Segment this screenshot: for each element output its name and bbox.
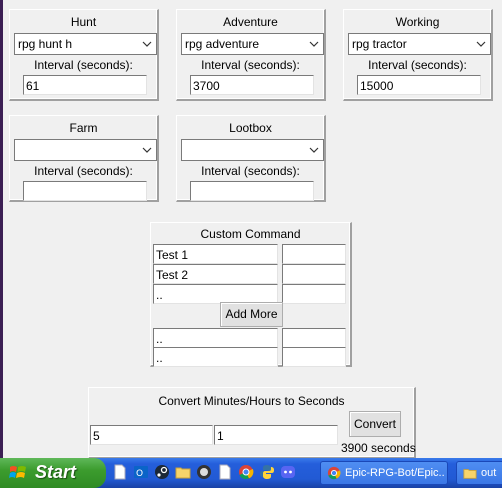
start-label: Start [35, 462, 77, 482]
hunt-command-value: rpg hunt h [18, 37, 73, 51]
custom-interval-input[interactable] [282, 347, 346, 367]
working-interval-value: 15000 [360, 79, 394, 93]
hours-value: 1 [217, 429, 224, 443]
python-icon[interactable] [259, 464, 275, 480]
adventure-interval-input[interactable]: 3700 [190, 75, 314, 95]
adventure-interval-value: 3700 [193, 79, 220, 93]
lootbox-command-select[interactable] [181, 139, 324, 161]
steam-icon[interactable] [154, 464, 170, 480]
adventure-interval-label: Interval (seconds): [201, 58, 300, 72]
custom-command-input[interactable]: Test 2 [153, 264, 278, 284]
adventure-command-value: rpg adventure [185, 37, 260, 51]
farm-command-select[interactable] [14, 139, 157, 161]
convert-panel: Convert Minutes/Hours to Seconds 5 1 Con… [88, 387, 416, 459]
hours-input[interactable]: 1 [214, 425, 338, 445]
window-left-border [0, 0, 3, 458]
custom-interval-input[interactable] [282, 244, 346, 264]
custom-interval-input[interactable] [282, 328, 346, 348]
convert-button[interactable]: Convert [349, 411, 401, 437]
adventure-panel: Adventure rpg adventure Interval (second… [176, 9, 326, 101]
hunt-interval-label: Interval (seconds): [34, 58, 133, 72]
farm-panel: Farm Interval (seconds): [9, 115, 159, 202]
hunt-interval-value: 61 [26, 79, 40, 93]
taskbar: Start O Epic-RPG-Bot/Epic... out [0, 458, 502, 488]
working-panel: Working rpg tractor Interval (seconds): … [343, 9, 493, 101]
convert-result: 3900 seconds [341, 441, 416, 455]
working-interval-input[interactable]: 15000 [357, 75, 481, 95]
folder-icon[interactable] [175, 464, 191, 480]
working-command-value: rpg tractor [352, 37, 407, 51]
taskbar-item-folder[interactable]: out [456, 461, 502, 485]
custom-command-value: .. [156, 351, 163, 365]
adventure-title: Adventure [223, 15, 278, 29]
custom-command-title: Custom Command [200, 227, 301, 241]
windows-logo-icon [9, 466, 26, 478]
taskbar-item-label: Epic-RPG-Bot/Epic... [345, 467, 445, 479]
minutes-value: 5 [93, 429, 100, 443]
chevron-down-icon [142, 41, 152, 47]
working-command-select[interactable]: rpg tractor [348, 33, 491, 55]
folder-icon [463, 469, 477, 479]
custom-interval-input[interactable] [282, 264, 346, 284]
hunt-interval-input[interactable]: 61 [23, 75, 147, 95]
convert-title: Convert Minutes/Hours to Seconds [158, 394, 345, 408]
custom-command-value: .. [156, 288, 163, 302]
working-interval-label: Interval (seconds): [368, 58, 467, 72]
farm-interval-label: Interval (seconds): [34, 164, 133, 178]
farm-title: Farm [69, 121, 98, 135]
svg-text:O: O [136, 469, 143, 479]
lootbox-interval-label: Interval (seconds): [201, 164, 300, 178]
chevron-down-icon [309, 41, 319, 47]
custom-command-input[interactable]: .. [153, 328, 278, 348]
hunt-command-select[interactable]: rpg hunt h [14, 33, 157, 55]
hunt-title: Hunt [70, 15, 97, 29]
file-icon[interactable] [112, 464, 128, 480]
custom-command-value: Test 1 [156, 248, 189, 262]
farm-interval-input[interactable] [23, 181, 147, 201]
discord-icon[interactable] [280, 464, 296, 480]
chevron-down-icon [476, 41, 486, 47]
adventure-command-select[interactable]: rpg adventure [181, 33, 324, 55]
lootbox-panel: Lootbox Interval (seconds): [176, 115, 326, 202]
chrome-icon[interactable] [238, 464, 254, 480]
chevron-down-icon [142, 147, 152, 153]
custom-interval-input[interactable] [282, 284, 346, 304]
chrome-icon [327, 466, 341, 480]
minutes-input[interactable]: 5 [90, 425, 213, 445]
lootbox-title: Lootbox [229, 121, 272, 135]
custom-command-value: Test 2 [156, 268, 189, 282]
file-icon[interactable] [217, 464, 233, 480]
chevron-down-icon [309, 147, 319, 153]
taskbar-item-chrome[interactable]: Epic-RPG-Bot/Epic... [320, 461, 448, 485]
start-button[interactable]: Start [0, 458, 106, 488]
add-more-button[interactable]: Add More [220, 302, 283, 327]
outlook-icon[interactable]: O [133, 464, 149, 480]
custom-command-input[interactable]: Test 1 [153, 244, 278, 264]
custom-command-input[interactable]: .. [153, 284, 278, 304]
custom-command-panel: Custom Command Test 1 Test 2 .. Add More… [150, 222, 352, 367]
lootbox-interval-input[interactable] [190, 181, 314, 201]
taskbar-item-label: out [481, 467, 497, 479]
custom-command-input[interactable]: .. [153, 347, 278, 367]
custom-command-value: .. [156, 332, 163, 346]
working-title: Working [395, 15, 440, 29]
obs-icon[interactable] [196, 464, 212, 480]
hunt-panel: Hunt rpg hunt h Interval (seconds): 61 [9, 9, 159, 101]
